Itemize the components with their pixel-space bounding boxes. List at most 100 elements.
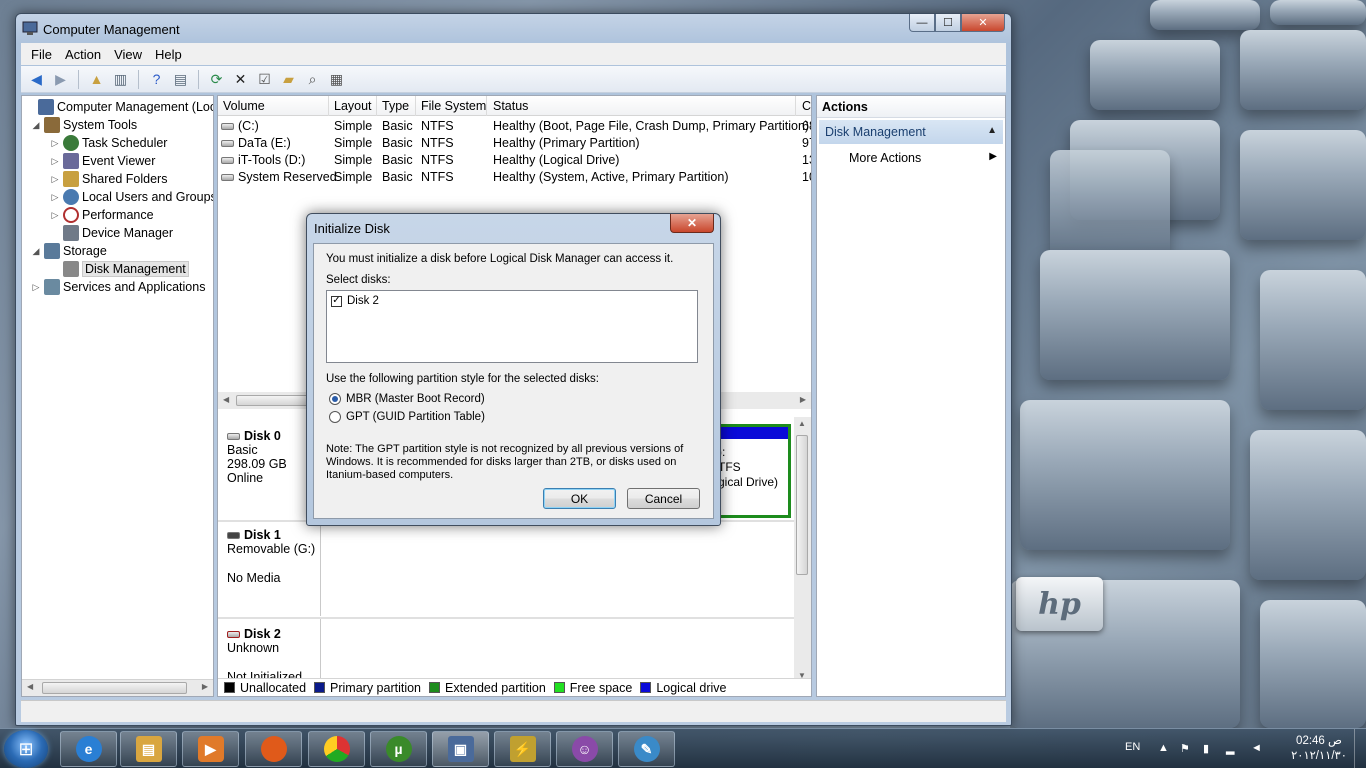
chrome-icon — [323, 736, 350, 762]
dialog-intro-text: You must initialize a disk before Logica… — [326, 253, 674, 265]
taskbar-internet-explorer[interactable]: e — [60, 731, 117, 767]
up-folder-icon[interactable]: ▲ — [87, 70, 106, 89]
scrollbar-thumb[interactable] — [42, 682, 187, 694]
window-title: Computer Management — [43, 22, 180, 37]
expand-triangle-icon[interactable]: ▷ — [49, 138, 61, 149]
show-hidden-icons-icon[interactable]: ▲ — [1158, 742, 1170, 754]
show-hide-tree-icon[interactable]: ▥ — [111, 70, 130, 89]
action-center-flag-icon[interactable]: ⚑ — [1180, 742, 1192, 755]
disk-view-vertical-scrollbar[interactable]: ▲ ▼ — [794, 417, 811, 682]
lightning-icon: ⚡ — [509, 736, 536, 762]
taskbar-utorrent[interactable]: µ — [370, 731, 427, 767]
disk-icon — [227, 432, 240, 440]
close-button[interactable]: ✕ — [961, 14, 1005, 32]
drive-icon — [221, 140, 234, 148]
legend-extended-partition: Extended partition — [429, 681, 546, 695]
network-signal-icon[interactable]: ▂ — [1226, 742, 1238, 755]
volume-row[interactable]: (C:) Simple Basic NTFS Healthy (Boot, Pa… — [218, 118, 811, 135]
column-status[interactable]: Status — [493, 99, 528, 113]
expand-triangle-icon[interactable]: ▷ — [49, 192, 61, 203]
volume-list-header: Volume Layout Type File System Status C — [218, 96, 811, 116]
volume-icon[interactable]: ◄ — [1251, 742, 1263, 754]
more-actions-item[interactable]: More Actions ▶ — [817, 146, 1005, 168]
logical-drive-partition[interactable]: ): TFS gical Drive) — [713, 424, 791, 518]
menu-file[interactable]: File — [31, 47, 52, 62]
minimize-button[interactable]: — — [909, 14, 935, 32]
column-capacity[interactable]: C — [802, 99, 811, 113]
menu-help[interactable]: Help — [155, 47, 182, 62]
column-volume[interactable]: Volume — [223, 99, 265, 113]
taskbar-zapper[interactable]: ⚡ — [494, 731, 551, 767]
column-file-system[interactable]: File System — [421, 99, 486, 113]
collapse-triangle-icon[interactable]: ◢ — [30, 246, 42, 257]
tree-horizontal-scrollbar[interactable]: ◀ ▶ — [22, 679, 213, 696]
start-button[interactable]: ⊞ — [4, 730, 48, 768]
taskbar-media-player[interactable]: ▶ — [182, 731, 239, 767]
forward-arrow-icon[interactable]: ▶ — [51, 70, 70, 89]
collapse-up-icon[interactable]: ▲ — [987, 125, 997, 136]
scrollbar-thumb[interactable] — [796, 435, 808, 575]
volume-row[interactable]: iT-Tools (D:) Simple Basic NTFS Healthy … — [218, 152, 811, 169]
tree-item-disk-management[interactable]: Disk Management — [49, 260, 189, 278]
gpt-radio[interactable]: GPT (GUID Partition Table) — [329, 411, 485, 423]
disk-1-info[interactable]: Disk 1 Removable (G:) No Media — [218, 522, 321, 616]
tree-item-shared-folders[interactable]: ▷ Shared Folders — [49, 170, 167, 188]
help-icon[interactable]: ? — [147, 70, 166, 89]
menu-bar: File Action View Help — [21, 43, 1006, 65]
partition-style-label: Use the following partition style for th… — [326, 373, 599, 385]
gpt-note-text: Note: The GPT partition style is not rec… — [326, 443, 684, 481]
taskbar-firefox[interactable] — [245, 731, 302, 767]
volume-row[interactable]: DaTa (E:) Simple Basic NTFS Healthy (Pri… — [218, 135, 811, 152]
actions-section-disk-management[interactable]: Disk Management ▲ — [819, 120, 1003, 144]
disk-icon — [63, 261, 79, 277]
show-desktop-button[interactable] — [1354, 729, 1366, 768]
cancel-button[interactable]: Cancel — [627, 488, 700, 509]
maximize-button[interactable]: ☐ — [935, 14, 961, 32]
magnifier-icon[interactable]: ⌕ — [303, 70, 322, 89]
tree-item-event-viewer[interactable]: ▷ Event Viewer — [49, 152, 155, 170]
properties-icon[interactable]: ☑ — [255, 70, 274, 89]
checkmark-icon: ✓ — [331, 295, 342, 307]
device-manager-icon — [63, 225, 79, 241]
mbr-radio[interactable]: MBR (Master Boot Record) — [329, 393, 485, 405]
back-arrow-icon[interactable]: ◀ — [27, 70, 46, 89]
expand-triangle-icon[interactable]: ▷ — [30, 282, 42, 293]
tree-item-performance[interactable]: ▷ Performance — [49, 206, 154, 224]
power-icon[interactable]: ▮ — [1203, 742, 1215, 755]
volume-row[interactable]: System Reserved Simple Basic NTFS Health… — [218, 169, 811, 186]
open-folder-icon[interactable]: ▰ — [279, 70, 298, 89]
expand-triangle-icon[interactable]: ▷ — [49, 156, 61, 167]
taskbar-chrome[interactable] — [308, 731, 365, 767]
ok-button[interactable]: OK — [543, 488, 616, 509]
settings-list-icon[interactable]: ▦ — [327, 70, 346, 89]
dialog-close-button[interactable]: ✕ — [670, 214, 714, 233]
tree-item-task-scheduler[interactable]: ▷ Task Scheduler — [49, 134, 167, 152]
clock[interactable]: ص 02:46 ٢٠١٢/١١/٣٠ — [1284, 734, 1354, 764]
tree-item-local-users-groups[interactable]: ▷ Local Users and Groups — [49, 188, 213, 206]
taskbar-computer-management[interactable]: ▣ — [432, 731, 489, 767]
tree-item-device-manager[interactable]: Device Manager — [49, 224, 173, 242]
collapse-triangle-icon[interactable]: ◢ — [30, 120, 42, 131]
refresh-icon[interactable]: ⟳ — [207, 70, 226, 89]
delete-icon[interactable]: ✕ — [231, 70, 250, 89]
taskbar-windows-explorer[interactable]: ▤ — [120, 731, 177, 767]
expand-triangle-icon[interactable]: ▷ — [49, 210, 61, 221]
language-indicator[interactable]: EN — [1125, 741, 1140, 753]
tree-item-system-tools[interactable]: ◢ System Tools — [30, 116, 137, 134]
tree-item-computer-management[interactable]: Computer Management (Local — [24, 98, 213, 116]
menu-view[interactable]: View — [114, 47, 142, 62]
tree-item-services-applications[interactable]: ▷ Services and Applications — [30, 278, 205, 296]
expand-triangle-icon[interactable]: ▷ — [49, 174, 61, 185]
taskbar-paint[interactable]: ✎ — [618, 731, 675, 767]
show-hide-action-pane-icon[interactable]: ▤ — [171, 70, 190, 89]
taskbar-messenger[interactable]: ☺ — [556, 731, 613, 767]
disk-2-checkbox[interactable]: ✓ Disk 2 — [331, 295, 379, 307]
column-layout[interactable]: Layout — [334, 99, 372, 113]
column-type[interactable]: Type — [382, 99, 409, 113]
tree-item-storage[interactable]: ◢ Storage — [30, 242, 107, 260]
storage-icon — [44, 243, 60, 259]
navigation-tree: Computer Management (Local ◢ System Tool… — [21, 95, 214, 697]
menu-action[interactable]: Action — [65, 47, 101, 62]
internet-explorer-icon: e — [75, 736, 102, 762]
clock-icon — [63, 135, 79, 151]
